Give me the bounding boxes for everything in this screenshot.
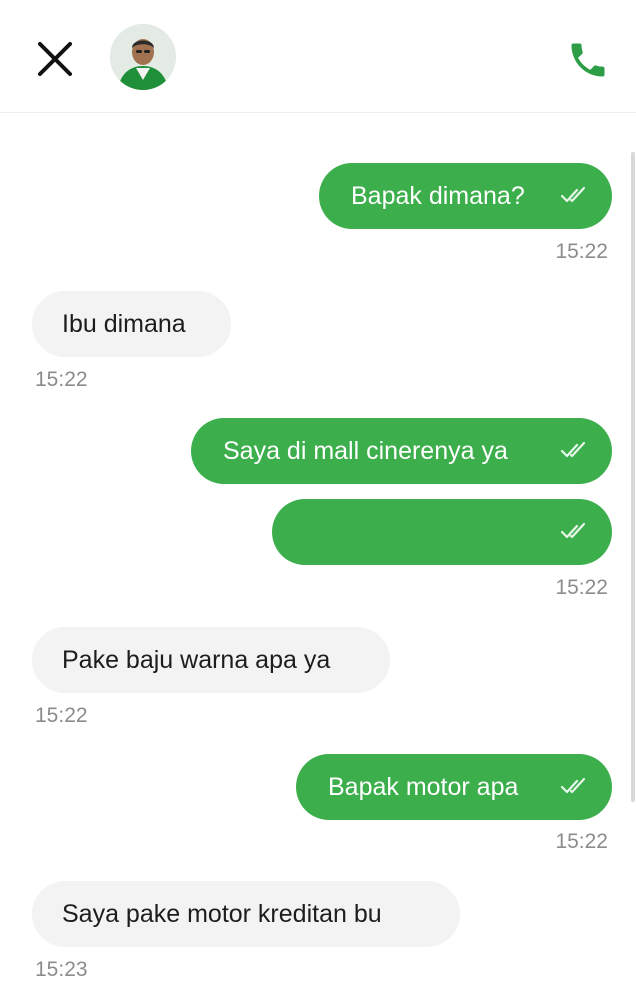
chat-screen: Bapak dimana? 15:22 Ibu dimana 15:22 Say…	[0, 0, 636, 998]
double-check-icon	[560, 777, 586, 794]
avatar[interactable]	[110, 24, 176, 90]
chat-header	[0, 0, 636, 113]
double-check-icon	[560, 522, 586, 539]
message-timestamp: 15:22	[35, 704, 88, 727]
message-bubble-incoming[interactable]: Saya pake motor kreditan bu	[32, 881, 460, 947]
message-bubble-outgoing[interactable]	[272, 499, 612, 565]
driver-avatar-icon	[110, 24, 176, 90]
message-timestamp: 15:22	[555, 576, 608, 599]
message-text: Bapak motor apa	[328, 773, 519, 801]
message-bubble-outgoing[interactable]: Saya di mall cinerenya ya	[191, 418, 612, 484]
message-timestamp: 15:23	[35, 958, 88, 981]
message-timestamp: 15:22	[555, 240, 608, 263]
close-icon	[38, 42, 72, 76]
double-check-icon	[560, 441, 586, 458]
message-text: Bapak dimana?	[351, 182, 525, 210]
message-text: Saya pake motor kreditan bu	[62, 900, 382, 928]
contact-name	[195, 44, 365, 66]
double-check-icon	[560, 186, 586, 203]
scrollbar[interactable]	[631, 152, 635, 802]
message-bubble-incoming[interactable]: Pake baju warna apa ya	[32, 627, 390, 693]
message-text: Ibu dimana	[62, 310, 186, 338]
message-bubble-outgoing[interactable]: Bapak motor apa	[296, 754, 612, 820]
close-button[interactable]	[34, 38, 76, 80]
phone-icon	[571, 43, 605, 77]
message-timestamp: 15:22	[555, 830, 608, 853]
message-bubble-outgoing[interactable]: Bapak dimana?	[319, 163, 612, 229]
message-text: Saya di mall cinerenya ya	[223, 437, 508, 465]
call-button[interactable]	[566, 38, 610, 82]
message-bubble-incoming[interactable]: Ibu dimana	[32, 291, 231, 357]
message-timestamp: 15:22	[35, 368, 88, 391]
message-text: Pake baju warna apa ya	[62, 646, 331, 674]
